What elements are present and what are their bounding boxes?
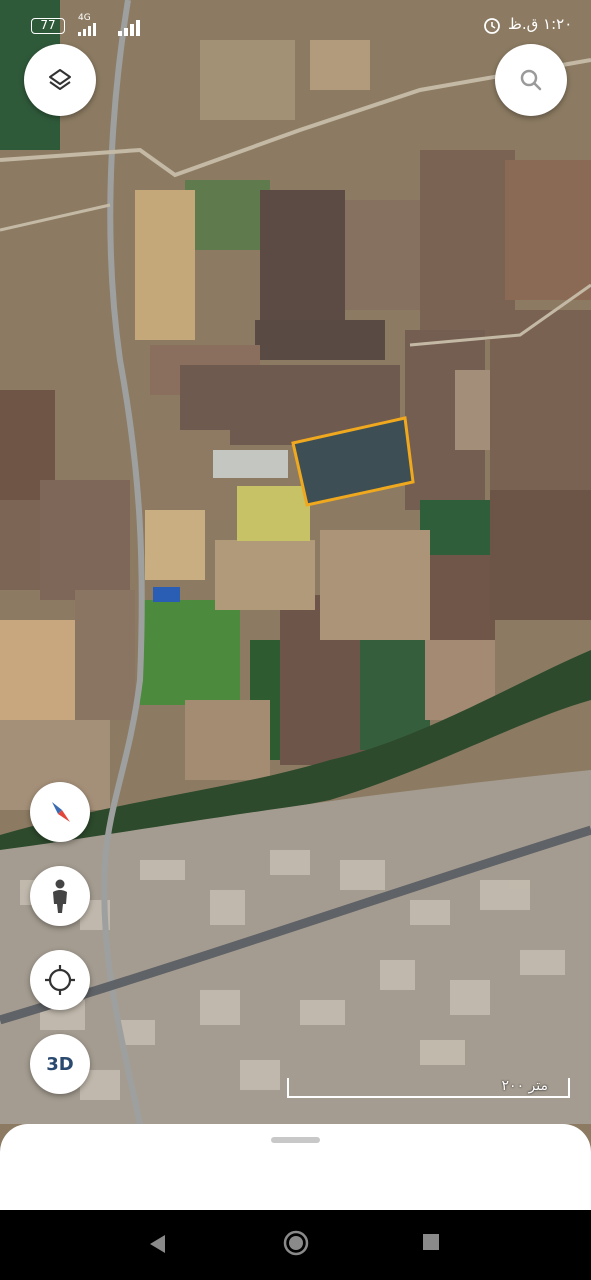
street-view-button[interactable]	[30, 866, 90, 926]
back-icon[interactable]	[146, 1232, 170, 1256]
my-location-icon	[45, 965, 75, 995]
status-bar: 77 4G ۱:۲۰ ق.ظ	[0, 0, 591, 40]
alarm-icon	[484, 18, 500, 34]
compass-icon	[52, 802, 70, 822]
street-view-icon	[53, 879, 67, 913]
layers-icon	[49, 69, 71, 90]
status-time: ۱:۲۰ ق.ظ	[508, 15, 573, 33]
satellite-imagery	[0, 0, 591, 1210]
home-icon[interactable]	[282, 1229, 310, 1257]
recents-icon[interactable]	[421, 1232, 441, 1252]
3d-label: 3D	[46, 1053, 74, 1075]
search-button[interactable]	[495, 44, 567, 116]
scale-label: ۲۰۰ متر	[501, 1078, 548, 1094]
signal-icon-2	[118, 20, 140, 36]
battery-level: 77	[40, 18, 56, 32]
layers-button[interactable]	[24, 44, 96, 116]
3d-view-button[interactable]: 3D	[30, 1034, 90, 1094]
battery-icon: 77	[31, 18, 65, 34]
system-navigation-bar	[0, 1210, 591, 1280]
map-scale-bar: ۲۰۰ متر	[287, 1078, 570, 1098]
bottom-sheet[interactable]	[0, 1124, 591, 1210]
my-location-button[interactable]	[30, 950, 90, 1010]
compass-button[interactable]	[30, 782, 90, 842]
sheet-drag-handle[interactable]	[271, 1137, 320, 1143]
signal-icon	[78, 23, 96, 36]
satellite-map[interactable]	[0, 0, 591, 1210]
search-icon	[520, 69, 542, 91]
